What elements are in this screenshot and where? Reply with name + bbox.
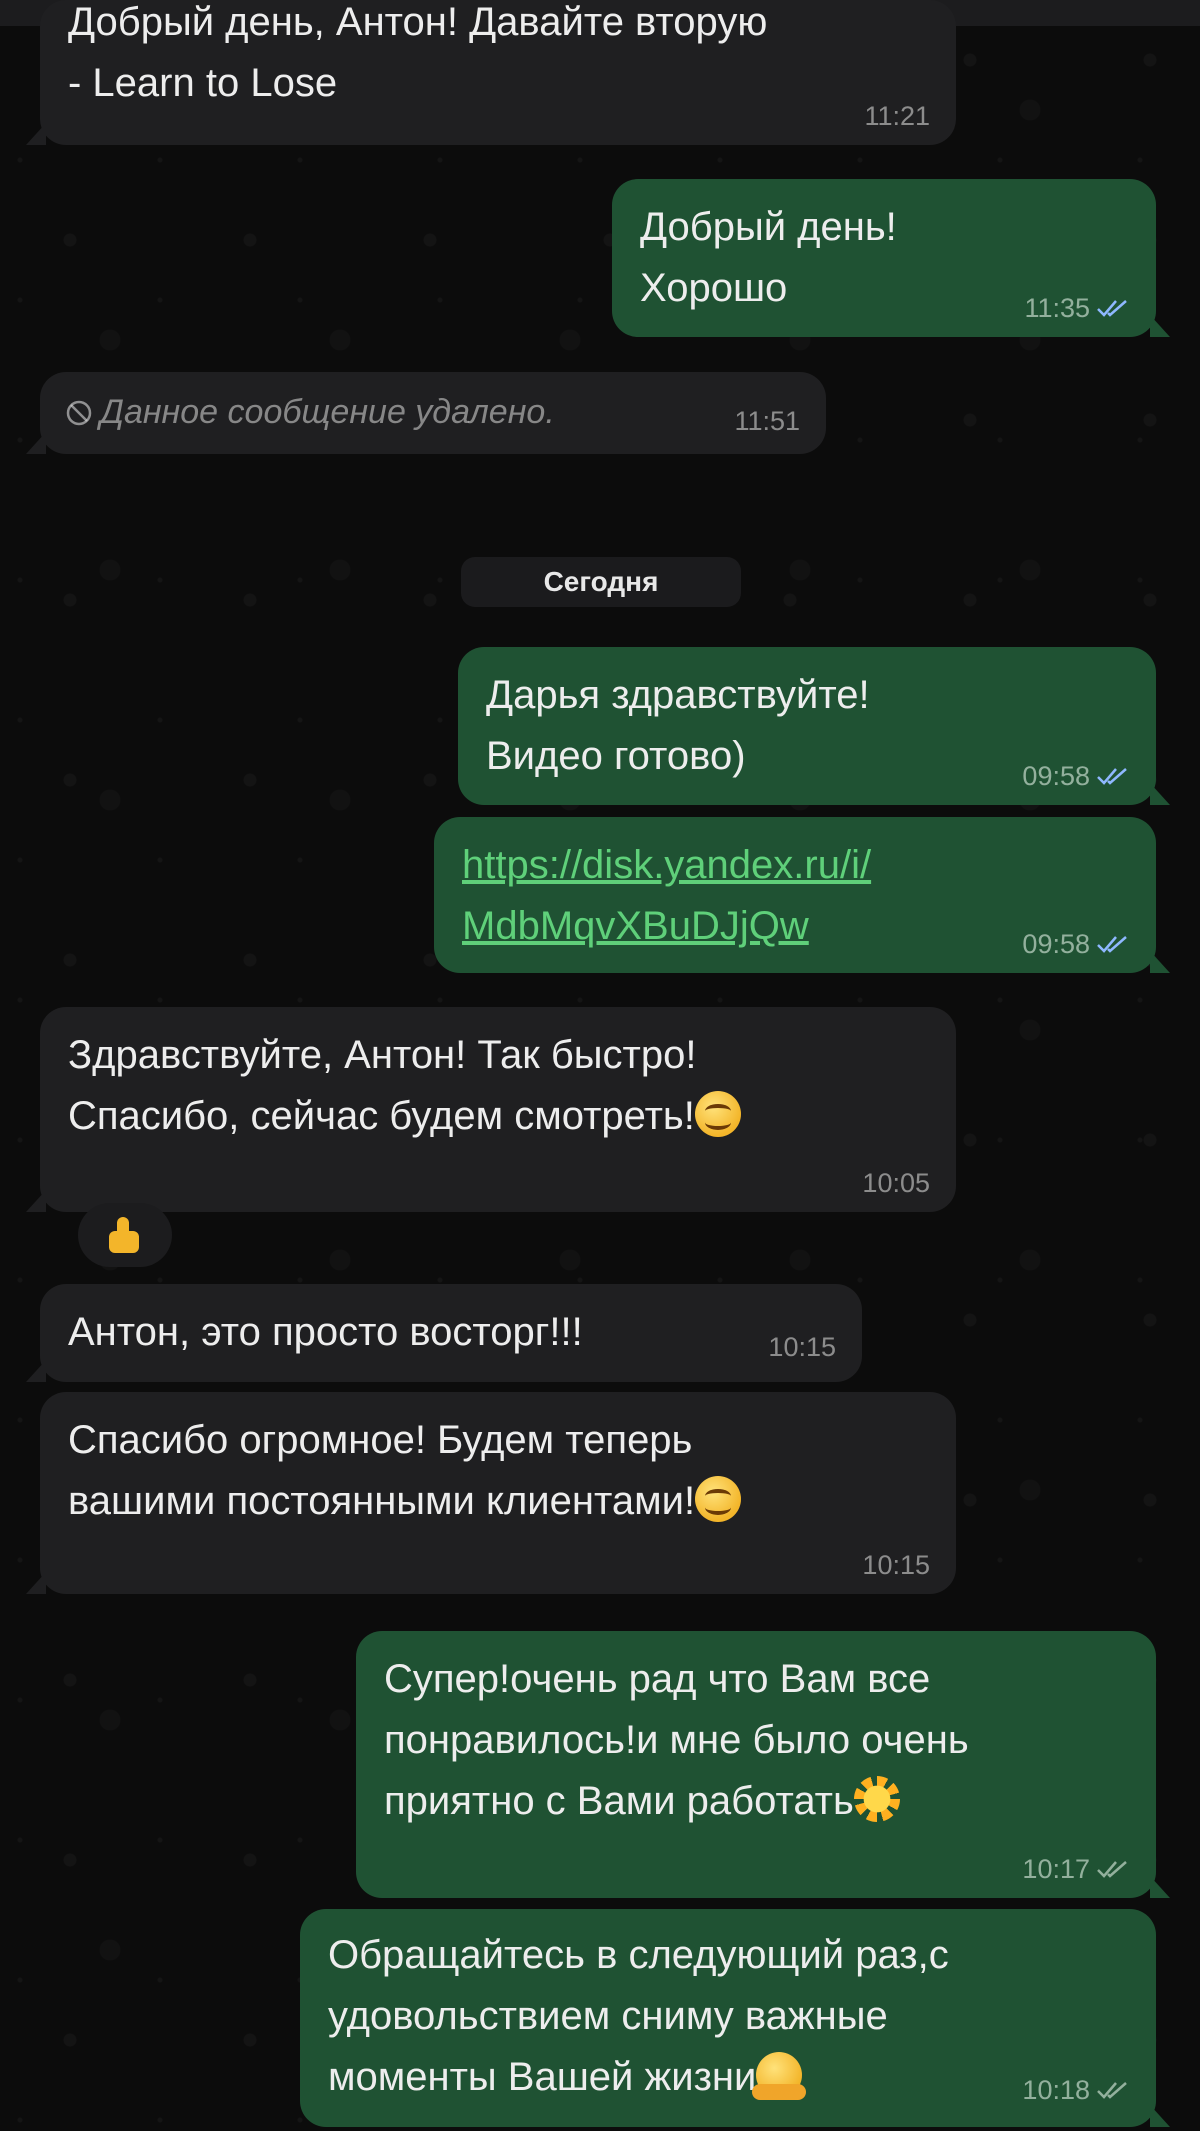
- message-outgoing[interactable]: Обращайтесь в следующий раз,с удовольств…: [300, 1909, 1170, 2127]
- message-meta: 11:21: [864, 101, 930, 131]
- message-text-line: Добрый день, Антон! Давайте вторую: [68, 0, 768, 44]
- thumbs-up-icon: [105, 1215, 145, 1255]
- message-incoming[interactable]: Здравствуйте, Антон! Так быстро! Спасибо…: [26, 1007, 956, 1212]
- date-separator: Сегодня: [461, 557, 741, 607]
- double-check-icon: [1096, 934, 1130, 954]
- message-meta: 09:58: [1022, 929, 1130, 959]
- message-meta: 10:18: [1022, 2075, 1130, 2105]
- message-text: Спасибо, сейчас будем смотреть!: [68, 1094, 695, 1138]
- reaction-badge[interactable]: [78, 1203, 172, 1267]
- message-outgoing[interactable]: Супер!очень рад что Вам все понравилось!…: [356, 1631, 1170, 1898]
- message-text-line: вашими постоянными клиентами!: [68, 1471, 928, 1532]
- message-time: 10:15: [768, 1332, 836, 1362]
- message-text: моменты Вашей жизни: [328, 2055, 757, 2099]
- message-text-line: Дарья здравствуйте!: [486, 673, 870, 717]
- double-check-icon: [1096, 298, 1130, 318]
- chat-background: Добрый день, Антон! Давайте вторую - Lea…: [0, 0, 1200, 2131]
- double-check-icon: [1096, 766, 1130, 786]
- message-time: 10:05: [862, 1168, 930, 1198]
- message-text-line: Здравствуйте, Антон! Так быстро!: [68, 1033, 697, 1077]
- message-text-line: Супер!очень рад что Вам все: [384, 1657, 931, 1701]
- sun-icon: [853, 1776, 900, 1822]
- message-text-line: Спасибо, сейчас будем смотреть!: [68, 1086, 928, 1147]
- link[interactable]: https://disk.yandex.ru/i/: [462, 835, 1128, 896]
- double-check-icon: [1096, 1859, 1130, 1879]
- message-outgoing[interactable]: Добрый день! Хорошо 11:35: [612, 179, 1170, 337]
- smiling-face-icon: [694, 1091, 741, 1137]
- smiling-face-icon: [695, 1476, 742, 1522]
- hugging-face-icon: [752, 2052, 807, 2100]
- message-meta: 10:17: [1022, 1854, 1130, 1884]
- message-time: 11:51: [734, 406, 800, 436]
- message-text-line: Добрый день!: [640, 205, 897, 249]
- message-meta: 10:15: [862, 1550, 930, 1580]
- message-meta: 11:35: [1024, 293, 1130, 323]
- message-time: 11:21: [864, 101, 930, 131]
- message-text-line: моменты Вашей жизни: [328, 2047, 1128, 2108]
- message-time: 10:18: [1022, 2075, 1090, 2105]
- message-incoming[interactable]: Спасибо огромное! Будем теперь вашими по…: [26, 1392, 956, 1594]
- message-time: 10:15: [862, 1550, 930, 1580]
- message-text-line: понравилось!и мне было очень: [384, 1718, 969, 1762]
- message-meta: 10:05: [862, 1168, 930, 1198]
- message-outgoing-link[interactable]: https://disk.yandex.ru/i/ MdbMqvXBuDJjQw…: [434, 817, 1170, 973]
- message-time: 11:35: [1024, 293, 1090, 323]
- prohibited-icon: [64, 397, 94, 427]
- message-incoming[interactable]: Антон, это просто восторг!!! 10:15: [26, 1284, 862, 1382]
- message-text-line: приятно с Вами работать: [384, 1771, 1128, 1832]
- message-text-line: Обращайтесь в следующий раз,с: [328, 1933, 949, 1977]
- message-text-line: Антон, это просто восторг!!!: [68, 1310, 583, 1354]
- message-time: 09:58: [1022, 761, 1090, 791]
- message-meta: 10:15: [768, 1332, 836, 1362]
- message-text: приятно с Вами работать: [384, 1779, 854, 1823]
- message-text-line: удовольствием сниму важные: [328, 1994, 888, 2038]
- deleted-notice: Данное сообщение удалено.: [64, 392, 802, 432]
- message-text-line: Спасибо огромное! Будем теперь: [68, 1418, 693, 1462]
- message-text-line: - Learn to Lose: [68, 61, 338, 105]
- message-incoming[interactable]: Добрый день, Антон! Давайте вторую - Lea…: [26, 0, 956, 145]
- message-outgoing[interactable]: Дарья здравствуйте! Видео готово) 09:58: [458, 647, 1170, 805]
- double-check-icon: [1096, 2080, 1130, 2100]
- message-text: вашими постоянными клиентами!: [68, 1479, 696, 1523]
- message-time: 10:17: [1022, 1854, 1090, 1884]
- message-time: 09:58: [1022, 929, 1090, 959]
- message-meta: 09:58: [1022, 761, 1130, 791]
- message-deleted[interactable]: Данное сообщение удалено. 11:51: [26, 372, 826, 454]
- message-meta: 11:51: [734, 406, 800, 436]
- deleted-text: Данное сообщение удалено.: [100, 393, 555, 431]
